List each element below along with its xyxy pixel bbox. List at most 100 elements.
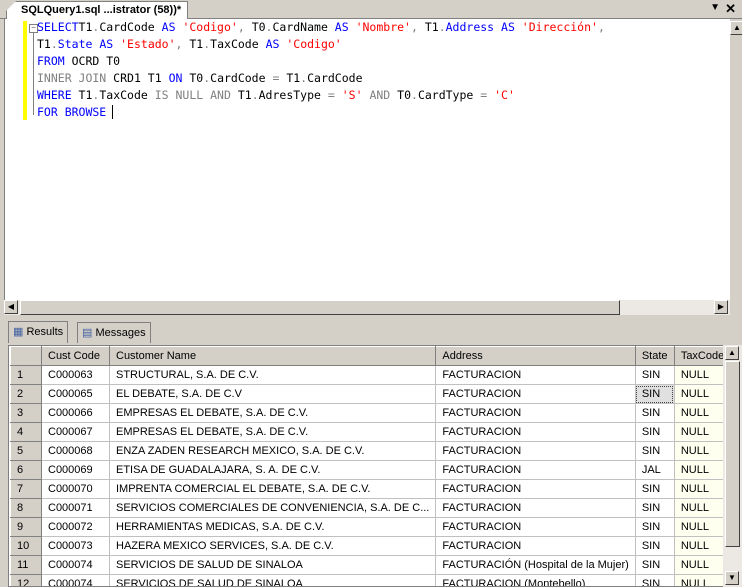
table-row[interactable]: 5 C000068 ENZA ZADEN RESEARCH MEXICO, S.A.…: [10, 441, 732, 461]
row-header[interactable]: 10: [10, 536, 42, 556]
row-header[interactable]: 11: [10, 555, 42, 575]
scrollbar-thumb[interactable]: [20, 300, 620, 315]
scrollbar-thumb[interactable]: [725, 361, 740, 547]
row-header[interactable]: 6: [10, 460, 42, 480]
table-cell[interactable]: SIN: [634, 555, 675, 575]
table-cell[interactable]: SIN: [634, 536, 675, 556]
table-row[interactable]: 7 C000070 IMPRENTA COMERCIAL EL DEBATE, S.…: [10, 479, 732, 499]
row-header[interactable]: 8: [10, 498, 42, 518]
table-cell[interactable]: FACTURACION: [435, 422, 636, 442]
scroll-right-icon[interactable]: ▶: [714, 300, 728, 314]
table-cell[interactable]: SIN: [634, 384, 675, 404]
table-cell[interactable]: ETISA DE GUADALAJARA, S. A. DE C.V.: [108, 460, 437, 480]
table-cell[interactable]: ENZA ZADEN RESEARCH MEXICO, S.A. DE C.V.: [108, 441, 437, 461]
table-cell[interactable]: SERVICIOS DE SALUD DE SINALOA: [108, 574, 437, 586]
table-cell[interactable]: FACTURACION: [435, 479, 636, 499]
table-cell[interactable]: SERVICIOS COMERCIALES DE CONVENIENCIA, S…: [108, 498, 437, 518]
row-header[interactable]: 5: [10, 441, 42, 461]
table-cell[interactable]: STRUCTURAL, S.A. DE C.V.: [108, 365, 437, 385]
table-row[interactable]: 4 C000067 EMPRESAS EL DEBATE, S.A. DE C.V.…: [10, 422, 732, 442]
scroll-left-icon[interactable]: ◀: [4, 300, 18, 314]
table-cell[interactable]: C000070: [41, 479, 110, 499]
grid-vertical-scrollbar[interactable]: ▲ ▼: [723, 345, 742, 587]
tab-sqlquery1[interactable]: SQLQuery1.sql ...istrator (58))*: [6, 1, 189, 19]
row-header[interactable]: 7: [10, 479, 42, 499]
code-token: AND: [362, 88, 398, 102]
row-header[interactable]: 3: [10, 403, 42, 423]
editor-vertical-scrollbar[interactable]: ▲: [730, 19, 742, 300]
table-row[interactable]: 10 C000073 HAZERA MEXICO SERVICES, S.A. DE…: [10, 536, 732, 556]
table-row[interactable]: 2 C000065 EL DEBATE, S.A. DE C.V FACTURACIO…: [10, 384, 732, 404]
code-token: T1: [189, 37, 204, 51]
table-cell[interactable]: SIN: [634, 517, 675, 537]
column-header[interactable]: [10, 346, 42, 366]
table-cell[interactable]: SIN: [634, 574, 675, 586]
table-cell[interactable]: C000074: [41, 555, 110, 575]
table-cell[interactable]: C000067: [41, 422, 110, 442]
table-cell[interactable]: HERRAMIENTAS MEDICAS, S.A. DE C.V.: [108, 517, 437, 537]
code-token: T0: [251, 20, 266, 34]
table-cell[interactable]: IMPRENTA COMERCIAL EL DEBATE, S.A. DE C.…: [108, 479, 437, 499]
table-row[interactable]: 1 C000063 STRUCTURAL, S.A. DE C.V. FACTURAC…: [10, 365, 732, 385]
table-cell[interactable]: FACTURACION: [435, 498, 636, 518]
tab-messages[interactable]: ▤ Messages: [77, 322, 151, 343]
results-grid[interactable]: Cust Code Customer Name Address State TaxCod…: [8, 345, 742, 587]
table-cell[interactable]: C000063: [41, 365, 110, 385]
row-header[interactable]: 1: [10, 365, 42, 385]
table-cell[interactable]: HAZERA MEXICO SERVICES, S.A. DE C.V.: [108, 536, 437, 556]
code-token: .: [251, 88, 259, 102]
table-cell[interactable]: SIN: [634, 479, 675, 499]
table-cell[interactable]: C000066: [41, 403, 110, 423]
table-cell[interactable]: SIN: [634, 498, 675, 518]
tab-dropdown-icon[interactable]: ▼: [710, 2, 720, 13]
table-row[interactable]: 3 C000066 EMPRESAS EL DEBATE, S.A. DE C.V.…: [10, 403, 732, 423]
row-header[interactable]: 9: [10, 517, 42, 537]
table-cell[interactable]: C000074: [41, 574, 110, 586]
table-cell[interactable]: FACTURACION: [435, 517, 636, 537]
table-cell[interactable]: C000073: [41, 536, 110, 556]
column-header[interactable]: Address: [435, 346, 636, 366]
table-cell[interactable]: C000072: [41, 517, 110, 537]
row-header[interactable]: 12: [10, 574, 42, 586]
table-cell[interactable]: FACTURACION: [435, 403, 636, 423]
table-cell[interactable]: EMPRESAS EL DEBATE, S.A. DE C.V.: [108, 422, 437, 442]
table-cell[interactable]: C000065: [41, 384, 110, 404]
table-cell[interactable]: SERVICIOS DE SALUD DE SINALOA: [108, 555, 437, 575]
column-header[interactable]: State: [634, 346, 675, 366]
table-row[interactable]: 11 C000074 SERVICIOS DE SALUD DE SINALOA FA…: [10, 555, 732, 575]
table-cell[interactable]: SIN: [634, 403, 675, 423]
table-row[interactable]: 6 C000069 ETISA DE GUADALAJARA, S. A. DE C…: [10, 460, 732, 480]
table-cell[interactable]: C000068: [41, 441, 110, 461]
table-cell[interactable]: EMPRESAS EL DEBATE, S.A. DE C.V.: [108, 403, 437, 423]
table-row[interactable]: 9 C000072 HERRAMIENTAS MEDICAS, S.A. DE C.…: [10, 517, 732, 537]
table-cell[interactable]: SIN: [634, 365, 675, 385]
row-header[interactable]: 2: [10, 384, 42, 404]
table-cell[interactable]: FACTURACION (Montebello): [435, 574, 636, 586]
editor-horizontal-scrollbar[interactable]: ◀ ▶: [4, 300, 730, 315]
code-token: T0: [189, 71, 204, 85]
scroll-up-icon[interactable]: ▲: [725, 346, 739, 360]
table-cell[interactable]: JAL: [634, 460, 675, 480]
close-icon[interactable]: ✕: [725, 1, 736, 17]
column-header[interactable]: Customer Name: [108, 346, 437, 366]
table-row[interactable]: 8 C000071 SERVICIOS COMERCIALES DE CONVENI…: [10, 498, 732, 518]
table-cell[interactable]: C000071: [41, 498, 110, 518]
scroll-down-icon[interactable]: ▼: [725, 571, 739, 585]
scroll-up-icon[interactable]: ▲: [730, 21, 742, 35]
table-cell[interactable]: FACTURACION: [435, 460, 636, 480]
table-cell[interactable]: FACTURACION: [435, 384, 636, 404]
table-cell[interactable]: FACTURACION: [435, 441, 636, 461]
tab-results[interactable]: ▦ Results: [8, 321, 69, 343]
row-header[interactable]: 4: [10, 422, 42, 442]
table-cell[interactable]: FACTURACION: [435, 536, 636, 556]
column-header[interactable]: Cust Code: [41, 346, 110, 366]
table-cell[interactable]: FACTURACION: [435, 365, 636, 385]
table-row[interactable]: 12 C000074 SERVICIOS DE SALUD DE SINALOA FA…: [10, 574, 732, 586]
code-token: 'S': [341, 88, 363, 102]
table-cell[interactable]: EL DEBATE, S.A. DE C.V: [108, 384, 437, 404]
table-cell[interactable]: SIN: [634, 422, 675, 442]
table-cell[interactable]: SIN: [634, 441, 675, 461]
query-editor[interactable]: − SELECTT1.CardCode AS 'Codigo', T0.Card…: [4, 19, 731, 300]
table-cell[interactable]: FACTURACIÓN (Hospital de la Mujer): [435, 555, 636, 575]
table-cell[interactable]: C000069: [41, 460, 110, 480]
